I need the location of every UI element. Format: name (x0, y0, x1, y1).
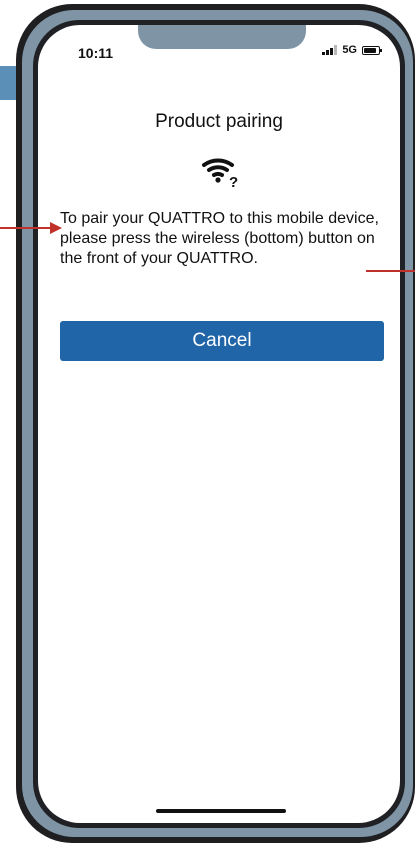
page: 10:11 5G Product pairing ? To pair your … (0, 0, 415, 845)
network-label: 5G (342, 44, 357, 56)
signal-icon (322, 45, 338, 55)
phone-notch (138, 25, 306, 49)
annotation-arrow-icon (0, 222, 62, 234)
status-time: 10:11 (78, 45, 114, 61)
pairing-instructions: To pair your QUATTRO to this mobile devi… (60, 210, 379, 267)
status-indicators: 5G (322, 44, 382, 56)
home-indicator[interactable] (156, 809, 286, 813)
battery-icon (362, 45, 382, 55)
annotation-line (366, 270, 415, 272)
page-title: Product pairing (155, 111, 283, 132)
wifi-question-icon: ? (202, 158, 238, 189)
svg-text:?: ? (229, 174, 238, 189)
cancel-button[interactable]: Cancel (60, 321, 384, 361)
phone-screen: 10:11 5G Product pairing ? To pair your … (38, 25, 400, 823)
